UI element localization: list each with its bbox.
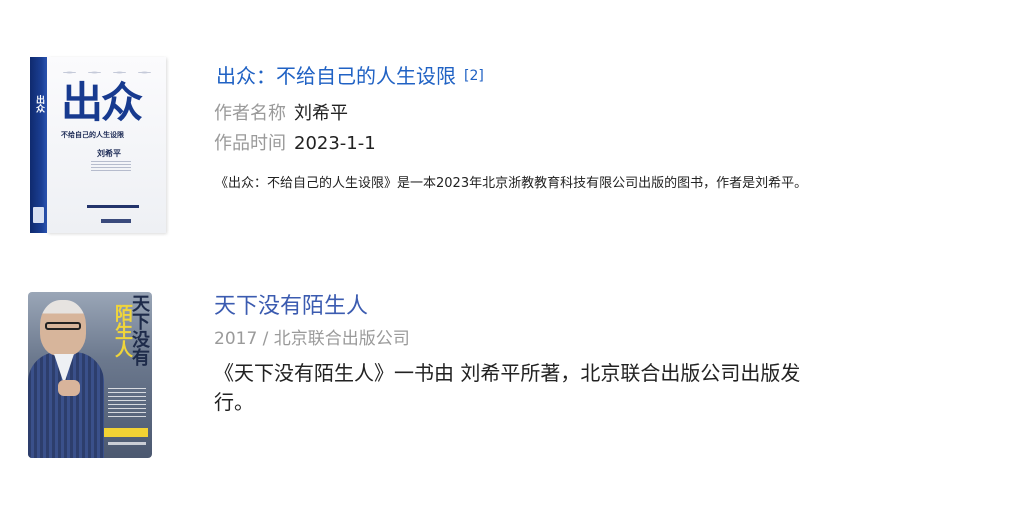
- publisher-logo: [33, 207, 44, 223]
- cover-publisher-bar: [108, 442, 146, 445]
- cover-author: 刘希平: [97, 149, 121, 158]
- author-row: 作者名称 刘希平: [214, 102, 348, 126]
- cover-decoration: [57, 71, 157, 74]
- cover-person-glasses: [45, 322, 81, 330]
- cover-title-b: 陌生人: [112, 304, 133, 358]
- time-value: 2023-1-1: [294, 133, 376, 154]
- book-cover-image[interactable]: 出众 出众 不给自己的人生设限 刘希平: [30, 57, 166, 233]
- cover-tagline-bar: [87, 205, 139, 208]
- book-title-link[interactable]: 出众：不给自己的人生设限 [2]: [216, 63, 484, 89]
- time-row: 作品时间 2023-1-1: [214, 132, 376, 156]
- time-label: 作品时间: [214, 133, 286, 154]
- result-item-1: 出众 出众 不给自己的人生设限 刘希平 出众：不给自己的人生设限 [2] 作者名称…: [0, 0, 1026, 250]
- cover-fine-print: [91, 161, 131, 171]
- book-description: 《天下没有陌生人》一书由 刘希平所著，北京联合出版公司出版发行。: [214, 361, 801, 414]
- spine-title: 出众: [34, 95, 44, 113]
- book-title-link[interactable]: 天下没有陌生人: [214, 293, 368, 321]
- cover-subtitle: 不给自己的人生设限: [61, 131, 124, 139]
- cover-big-title: 出众: [61, 78, 143, 127]
- book-spine: 出众: [30, 57, 47, 233]
- book-year-publisher: 2017 / 北京联合出版公司: [214, 329, 410, 349]
- book-description: 《出众：不给自己的人生设限》是一本2023年北京浙教教育科技有限公司出版的图书，…: [215, 176, 808, 191]
- cover-publisher-mark: [101, 219, 131, 223]
- cover-person-hand: [58, 380, 80, 396]
- cover-front: 出众 不给自己的人生设限 刘希平: [47, 57, 166, 233]
- cover-yellow-band: [104, 428, 148, 437]
- author-value: 刘希平: [294, 103, 348, 124]
- cover-fine-print: [108, 388, 146, 418]
- book-cover-image[interactable]: 天下没有 陌生人: [28, 292, 152, 458]
- author-label: 作者名称: [214, 103, 286, 124]
- book-title[interactable]: 出众：不给自己的人生设限: [216, 64, 456, 88]
- reference-link[interactable]: [2]: [464, 68, 484, 84]
